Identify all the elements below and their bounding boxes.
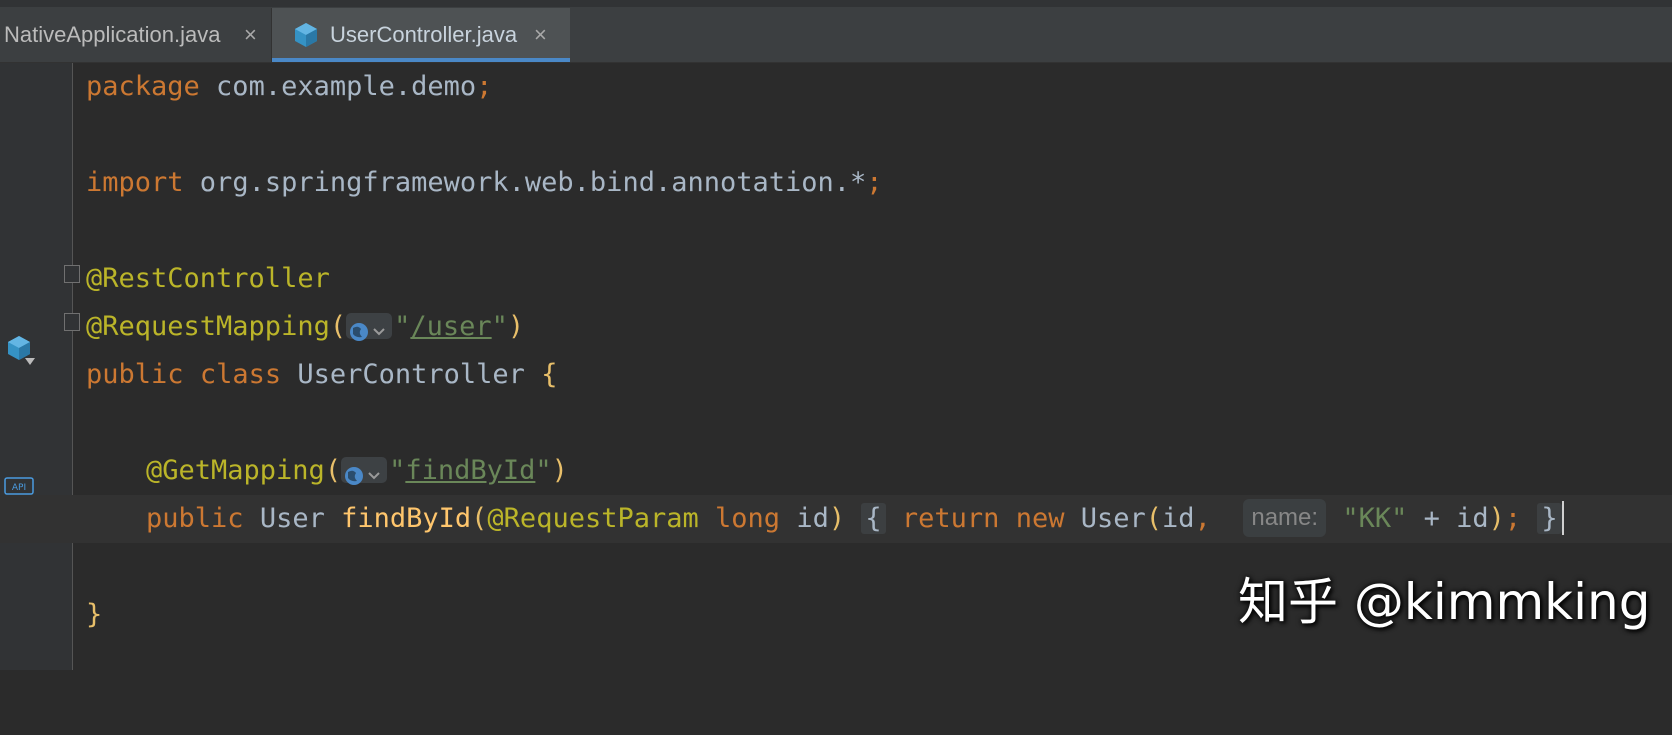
paren: ) [551,455,568,486]
brace: } [86,599,103,630]
paren: ( [324,455,342,486]
tab-user-controller[interactable]: UserController.java × [272,8,570,62]
class-name: UserController [297,359,525,390]
close-icon[interactable]: × [244,22,257,48]
tab-label: NativeApplication.java [4,22,221,47]
url-path-link[interactable]: /user [410,311,491,342]
code-line-5: @RestController [0,255,1672,303]
quote: " [491,311,508,342]
comma: , [1194,503,1211,534]
tab-label: UserController.java [330,22,518,47]
quote: " [394,311,411,342]
keyword: public [86,359,184,390]
brace: } [1541,503,1558,534]
folded-region-start[interactable]: { [861,503,886,534]
type-name: User [259,503,325,534]
semicolon: ; [866,167,883,198]
keyword: package [86,71,200,102]
argument: id [1162,503,1195,534]
paren: ( [1145,503,1163,534]
code-line-10: public User findById(@RequestParam long … [0,495,1672,543]
package-name: com.example.demo [199,71,477,102]
parameter-name-hint: name: [1243,498,1327,537]
annotation: @RequestMapping [86,311,330,342]
globe-icon[interactable] [341,456,388,485]
editor-tab-bar: NativeApplication.java × UserController.… [0,0,1672,63]
paren: ( [471,503,488,534]
semicolon: ; [1504,503,1522,534]
api-icon[interactable]: API [4,477,34,495]
folded-region-end[interactable]: } [1537,503,1562,534]
annotation: @GetMapping [146,455,325,486]
code-line-3: import org.springframework.web.bind.anno… [0,159,1672,207]
method-name: findById [341,503,472,534]
import-path: org.springframework.web.bind.annotation.… [183,167,867,198]
string-literal: "KK" [1342,503,1408,534]
paren: ) [828,503,846,534]
paren: ) [507,311,525,342]
code-line-7: public class UserController { [0,351,1672,399]
api-badge-text: API [12,483,26,493]
keyword: new [1015,503,1065,534]
quote: " [389,455,406,486]
keyword: import [86,167,184,198]
keyword: public [146,503,244,534]
paren: ( [329,311,347,342]
expression: + id [1407,503,1489,534]
close-icon[interactable]: × [534,22,547,48]
quote: " [535,455,552,486]
annotation: @RestController [86,263,330,294]
text-caret [1561,500,1564,535]
java-class-icon [295,23,317,47]
code-line-1: package com.example.demo; [0,63,1672,111]
code-line-9: @GetMapping( "findById") [0,447,1672,495]
code-line-6: @RequestMapping( "/user") [0,303,1672,351]
brace: { [541,359,558,390]
annotation: @RequestParam [487,503,699,534]
watermark: 知乎 @kimmking [1238,573,1651,631]
constructor: User [1080,503,1146,534]
paren: ) [1488,503,1505,534]
tab-native-application[interactable]: NativeApplication.java × [0,8,272,62]
brace: { [865,503,882,534]
keyword: long [715,503,781,534]
tab-bar-top-strip [0,0,1672,7]
globe-icon[interactable] [346,312,393,341]
parameter: id [796,503,829,534]
keyword: class [199,359,282,390]
keyword: return [901,503,1000,534]
url-path-link[interactable]: findById [405,455,535,486]
semicolon: ; [476,71,493,102]
